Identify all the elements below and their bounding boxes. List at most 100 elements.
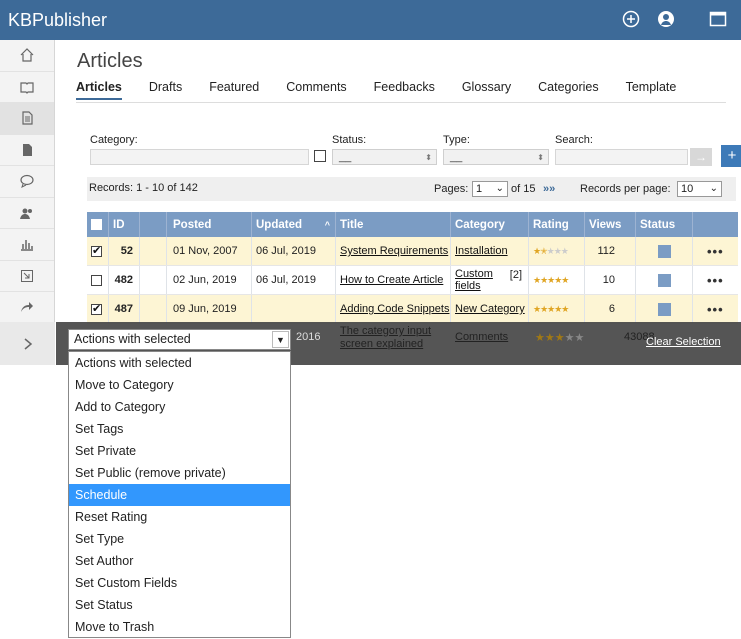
sidebar-expand-button[interactable] <box>0 322 55 365</box>
brand-logo[interactable]: KBPublisher <box>8 10 107 31</box>
option-set-type[interactable]: Set Type <box>69 528 290 550</box>
col-views[interactable]: Views <box>585 212 636 237</box>
option-set-tags[interactable]: Set Tags <box>69 418 290 440</box>
col-status[interactable]: Status <box>636 212 693 237</box>
row-category-link[interactable]: New Category <box>455 303 525 315</box>
col-posted[interactable]: Posted <box>167 212 252 237</box>
tab-bar: Articles Drafts Featured Comments Feedba… <box>76 80 703 100</box>
row-title-link[interactable]: Adding Code Snippets <box>340 303 449 315</box>
row-checkbox-cell <box>87 237 109 265</box>
per-page-select[interactable]: 10 ⌄ <box>677 181 722 197</box>
add-circle-icon[interactable] <box>622 10 640 28</box>
sidebar <box>0 40 55 365</box>
page-total: of 15 <box>511 183 536 195</box>
next-pages-link[interactable]: »» <box>543 183 555 195</box>
tab-comments[interactable]: Comments <box>286 80 346 100</box>
option-set-author[interactable]: Set Author <box>69 550 290 572</box>
page-select[interactable]: 1 ⌄ <box>472 181 508 197</box>
col-category[interactable]: Category <box>451 212 529 237</box>
search-input[interactable] <box>555 149 688 165</box>
tab-featured[interactable]: Featured <box>209 80 259 100</box>
row-category-link[interactable]: Installation <box>455 245 508 257</box>
row-id: 52 <box>109 237 140 265</box>
row-menu[interactable]: ••• <box>693 295 738 323</box>
option-add-to-category[interactable]: Add to Category <box>69 396 290 418</box>
option-set-public[interactable]: Set Public (remove private) <box>69 462 290 484</box>
row-checkbox-cell <box>87 295 109 323</box>
search-go-button[interactable]: → <box>690 148 712 166</box>
row-menu[interactable]: ••• <box>693 266 738 294</box>
tab-glossary[interactable]: Glossary <box>462 80 511 100</box>
sidebar-item-users[interactable] <box>0 198 54 229</box>
table-header: ID Posted Updated ^ Title Category Ratin… <box>87 212 738 237</box>
sidebar-item-files[interactable] <box>0 135 54 166</box>
table-row[interactable]: 52 01 Nov, 2007 06 Jul, 2019 System Requ… <box>87 237 738 266</box>
status-select[interactable]: __ ⬍ <box>332 149 437 165</box>
app: KBPublisher Articles Articles Drafts Fea… <box>0 0 741 639</box>
row-rating: ★✭★★★ <box>529 237 585 265</box>
option-set-custom-fields[interactable]: Set Custom Fields <box>69 572 290 594</box>
col-rating[interactable]: Rating <box>529 212 585 237</box>
select-all-cell <box>87 212 109 237</box>
col-id[interactable]: ID <box>109 212 140 237</box>
option-reset-rating[interactable]: Reset Rating <box>69 506 290 528</box>
tab-articles[interactable]: Articles <box>76 80 122 100</box>
type-select[interactable]: __ ⬍ <box>443 149 549 165</box>
col-updated[interactable]: Updated ^ <box>252 212 336 237</box>
rating-stars-icon: ★★★★★ <box>535 332 585 344</box>
row-menu[interactable]: ••• <box>693 237 738 265</box>
row-checkbox[interactable] <box>91 302 102 315</box>
search-label: Search: <box>555 134 593 146</box>
option-schedule[interactable]: Schedule <box>69 484 290 506</box>
sidebar-item-articles[interactable] <box>0 103 54 135</box>
row-views: 6 <box>585 295 636 323</box>
user-icon[interactable] <box>657 10 675 28</box>
col-title[interactable]: Title <box>336 212 451 237</box>
option-set-private[interactable]: Set Private <box>69 440 290 462</box>
tab-categories[interactable]: Categories <box>538 80 598 100</box>
tabs-divider <box>76 102 726 103</box>
row-posted: 09 Jun, 2019 <box>167 295 252 323</box>
tab-drafts[interactable]: Drafts <box>149 80 182 100</box>
chevron-right-icon <box>24 337 32 350</box>
main-content: Articles Articles Drafts Featured Commen… <box>56 40 741 365</box>
more-dots-icon: ••• <box>707 272 724 288</box>
row-category-link[interactable]: Comments <box>455 331 508 343</box>
row-title-link[interactable]: System Requirements <box>340 245 448 257</box>
row-blank <box>140 266 167 294</box>
bulk-action-select[interactable]: Actions with selected ▼ <box>68 329 291 350</box>
option-set-status[interactable]: Set Status <box>69 594 290 616</box>
option-move-to-trash[interactable]: Move to Trash <box>69 616 290 638</box>
table-row[interactable]: 487 09 Jun, 2019 Adding Code Snippets Ne… <box>87 295 738 324</box>
tab-template[interactable]: Template <box>626 80 677 100</box>
records-bar: Records: 1 - 10 of 142 Pages: 1 ⌄ of 15 … <box>87 177 736 201</box>
row-views: 112 <box>585 237 636 265</box>
sidebar-item-home[interactable] <box>0 40 54 72</box>
row-updated <box>252 295 336 323</box>
book-icon <box>20 82 34 94</box>
select-all-checkbox[interactable] <box>91 219 102 230</box>
option-actions-with-selected[interactable]: Actions with selected <box>69 352 290 374</box>
clear-selection-link[interactable]: Clear Selection <box>646 336 721 348</box>
row-status <box>636 237 693 265</box>
row-checkbox[interactable] <box>91 274 102 286</box>
sidebar-item-share[interactable] <box>0 292 54 324</box>
row-title-link[interactable]: The category input screen explained <box>340 325 440 351</box>
option-move-to-category[interactable]: Move to Category <box>69 374 290 396</box>
sidebar-item-reports[interactable] <box>0 229 54 261</box>
row-checkbox[interactable] <box>91 244 102 257</box>
category-input[interactable] <box>90 149 309 165</box>
window-icon[interactable] <box>709 10 727 28</box>
row-category-link[interactable]: Custom fields <box>455 268 499 292</box>
tab-feedbacks[interactable]: Feedbacks <box>374 80 435 100</box>
sidebar-item-import[interactable] <box>0 261 54 292</box>
category-subcategories-checkbox[interactable] <box>314 150 326 162</box>
file-pdf-icon <box>23 143 32 156</box>
row-updated: 06 Jul, 2019 <box>252 237 336 265</box>
row-title-link[interactable]: How to Create Article <box>340 274 443 286</box>
rating-stars-icon: ★✭★★★ <box>533 245 569 256</box>
sidebar-item-kb[interactable] <box>0 72 54 103</box>
table-row[interactable]: 482 02 Jun, 2019 06 Jul, 2019 How to Cre… <box>87 266 738 295</box>
sidebar-item-feedback[interactable] <box>0 166 54 198</box>
add-article-button[interactable]: + <box>721 145 741 167</box>
